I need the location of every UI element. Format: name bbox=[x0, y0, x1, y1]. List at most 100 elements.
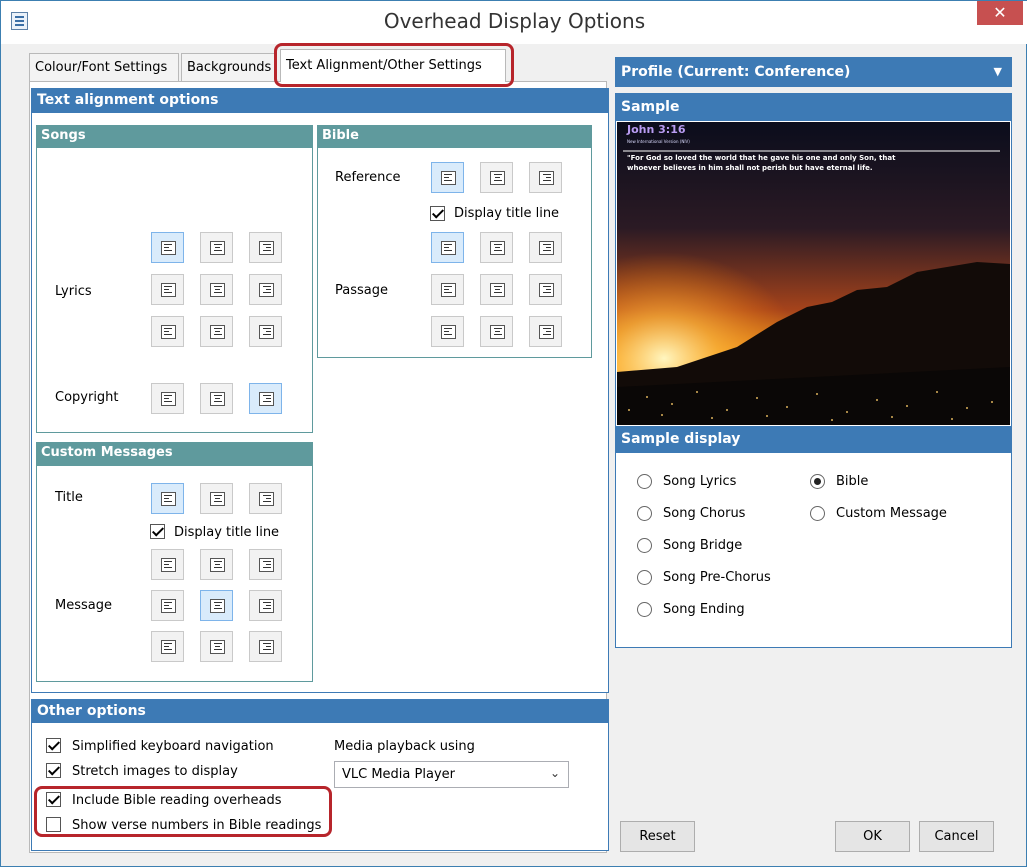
songs-lyrics-align-middle-right-button[interactable] bbox=[249, 274, 282, 305]
align-right-icon bbox=[539, 283, 554, 297]
radio-song-ending-label: Song Ending bbox=[663, 602, 745, 617]
songs-copyright-align-right-button[interactable] bbox=[249, 383, 282, 414]
bible-passage-align-bottom-center-button[interactable] bbox=[480, 316, 513, 347]
radio-song-chorus[interactable] bbox=[637, 506, 652, 521]
align-right-icon bbox=[259, 640, 274, 654]
tab-backgrounds[interactable]: Backgrounds bbox=[181, 53, 277, 81]
custom-message-align-bottom-right-button[interactable] bbox=[249, 631, 282, 662]
ok-button[interactable]: OK bbox=[835, 821, 910, 852]
align-center-icon bbox=[490, 283, 505, 297]
bible-passage-align-middle-right-button[interactable] bbox=[529, 274, 562, 305]
custom-message-align-top-right-button[interactable] bbox=[249, 549, 282, 580]
songs-lyrics-align-top-center-button[interactable] bbox=[200, 232, 233, 263]
custom-message-align-middle-right-button[interactable] bbox=[249, 590, 282, 621]
radio-song-pre-chorus-label: Song Pre-Chorus bbox=[663, 570, 771, 585]
other-options-header: Other options bbox=[31, 699, 609, 723]
simplified-keyboard-checkbox[interactable] bbox=[46, 738, 61, 753]
simplified-keyboard-label: Simplified keyboard navigation bbox=[72, 739, 274, 754]
align-center-icon bbox=[490, 171, 505, 185]
align-left-icon bbox=[161, 283, 176, 297]
custom-title-align-right-button[interactable] bbox=[249, 483, 282, 514]
sample-preview-image: John 3:16 New International Version (NIV… bbox=[617, 122, 1010, 425]
bible-passage-align-top-left-button[interactable] bbox=[431, 232, 464, 263]
radio-bible[interactable] bbox=[810, 474, 825, 489]
radio-song-bridge-label: Song Bridge bbox=[663, 538, 743, 553]
custom-title-align-left-button[interactable] bbox=[151, 483, 184, 514]
songs-header: Songs bbox=[36, 125, 313, 148]
songs-lyrics-align-top-right-button[interactable] bbox=[249, 232, 282, 263]
custom-messages-header: Custom Messages bbox=[36, 442, 313, 466]
align-center-icon bbox=[490, 241, 505, 255]
title-label: Title bbox=[55, 490, 83, 505]
align-center-icon bbox=[210, 640, 225, 654]
custom-message-align-top-left-button[interactable] bbox=[151, 549, 184, 580]
songs-lyrics-align-bottom-left-button[interactable] bbox=[151, 316, 184, 347]
reset-button[interactable]: Reset bbox=[620, 821, 695, 852]
align-right-icon bbox=[259, 492, 274, 506]
songs-lyrics-align-top-left-button[interactable] bbox=[151, 232, 184, 263]
custom-message-align-bottom-left-button[interactable] bbox=[151, 631, 184, 662]
bible-reference-align-center-button[interactable] bbox=[480, 162, 513, 193]
profile-label: Profile (Current: Conference) bbox=[621, 64, 851, 80]
bible-passage-align-bottom-right-button[interactable] bbox=[529, 316, 562, 347]
bible-display-title-line-checkbox[interactable] bbox=[430, 206, 445, 221]
sample-reference: John 3:16 bbox=[627, 123, 686, 136]
cancel-button[interactable]: Cancel bbox=[919, 821, 994, 852]
align-center-icon bbox=[210, 558, 225, 572]
songs-copyright-align-left-button[interactable] bbox=[151, 383, 184, 414]
radio-song-bridge[interactable] bbox=[637, 538, 652, 553]
radio-custom-message[interactable] bbox=[810, 506, 825, 521]
reference-label: Reference bbox=[335, 170, 401, 185]
align-right-icon bbox=[259, 392, 274, 406]
align-right-icon bbox=[259, 283, 274, 297]
close-button[interactable]: ✕ bbox=[977, 1, 1023, 25]
align-left-icon bbox=[161, 325, 176, 339]
songs-lyrics-align-bottom-right-button[interactable] bbox=[249, 316, 282, 347]
radio-song-ending[interactable] bbox=[637, 602, 652, 617]
custom-message-align-middle-left-button[interactable] bbox=[151, 590, 184, 621]
radio-song-pre-chorus[interactable] bbox=[637, 570, 652, 585]
custom-title-align-center-button[interactable] bbox=[200, 483, 233, 514]
align-center-icon bbox=[210, 241, 225, 255]
bible-passage-align-bottom-left-button[interactable] bbox=[431, 316, 464, 347]
custom-message-align-bottom-center-button[interactable] bbox=[200, 631, 233, 662]
songs-copyright-align-center-button[interactable] bbox=[200, 383, 233, 414]
dropdown-arrow-icon: ▼ bbox=[993, 65, 1002, 78]
custom-message-align-middle-center-button[interactable] bbox=[200, 590, 233, 621]
songs-lyrics-align-middle-left-button[interactable] bbox=[151, 274, 184, 305]
align-right-icon bbox=[539, 241, 554, 255]
profile-dropdown[interactable]: Profile (Current: Conference) ▼ bbox=[615, 57, 1012, 87]
align-left-icon bbox=[161, 599, 176, 613]
radio-song-lyrics[interactable] bbox=[637, 474, 652, 489]
bible-passage-align-middle-center-button[interactable] bbox=[480, 274, 513, 305]
media-player-select[interactable]: VLC Media Player ⌄ bbox=[334, 761, 569, 788]
align-left-icon bbox=[441, 171, 456, 185]
custom-display-title-line-label: Display title line bbox=[174, 525, 280, 540]
lyrics-label: Lyrics bbox=[55, 284, 92, 299]
custom-message-align-top-center-button[interactable] bbox=[200, 549, 233, 580]
align-left-icon bbox=[161, 241, 176, 255]
align-left-icon bbox=[441, 325, 456, 339]
stretch-images-checkbox[interactable] bbox=[46, 763, 61, 778]
bible-passage-align-top-center-button[interactable] bbox=[480, 232, 513, 263]
custom-display-title-line-checkbox[interactable] bbox=[150, 524, 165, 539]
songs-lyrics-align-middle-center-button[interactable] bbox=[200, 274, 233, 305]
align-left-icon bbox=[161, 392, 176, 406]
bible-passage-align-top-right-button[interactable] bbox=[529, 232, 562, 263]
copyright-label: Copyright bbox=[55, 390, 119, 405]
align-center-icon bbox=[210, 392, 225, 406]
align-center-icon bbox=[210, 325, 225, 339]
sample-verse-line2: whoever believes in him shall not perish… bbox=[627, 164, 873, 172]
media-playback-label: Media playback using bbox=[334, 739, 475, 754]
bible-reference-align-right-button[interactable] bbox=[529, 162, 562, 193]
bible-reference-align-left-button[interactable] bbox=[431, 162, 464, 193]
bible-passage-align-middle-left-button[interactable] bbox=[431, 274, 464, 305]
tab-colour-font[interactable]: Colour/Font Settings bbox=[29, 53, 179, 81]
radio-bible-label: Bible bbox=[836, 474, 869, 489]
align-right-icon bbox=[259, 325, 274, 339]
sample-verse-line1: "For God so loved the world that he gave… bbox=[627, 154, 896, 162]
sample-header: Sample bbox=[615, 93, 1012, 121]
songs-lyrics-align-bottom-center-button[interactable] bbox=[200, 316, 233, 347]
align-center-icon bbox=[490, 325, 505, 339]
align-center-icon bbox=[210, 599, 225, 613]
